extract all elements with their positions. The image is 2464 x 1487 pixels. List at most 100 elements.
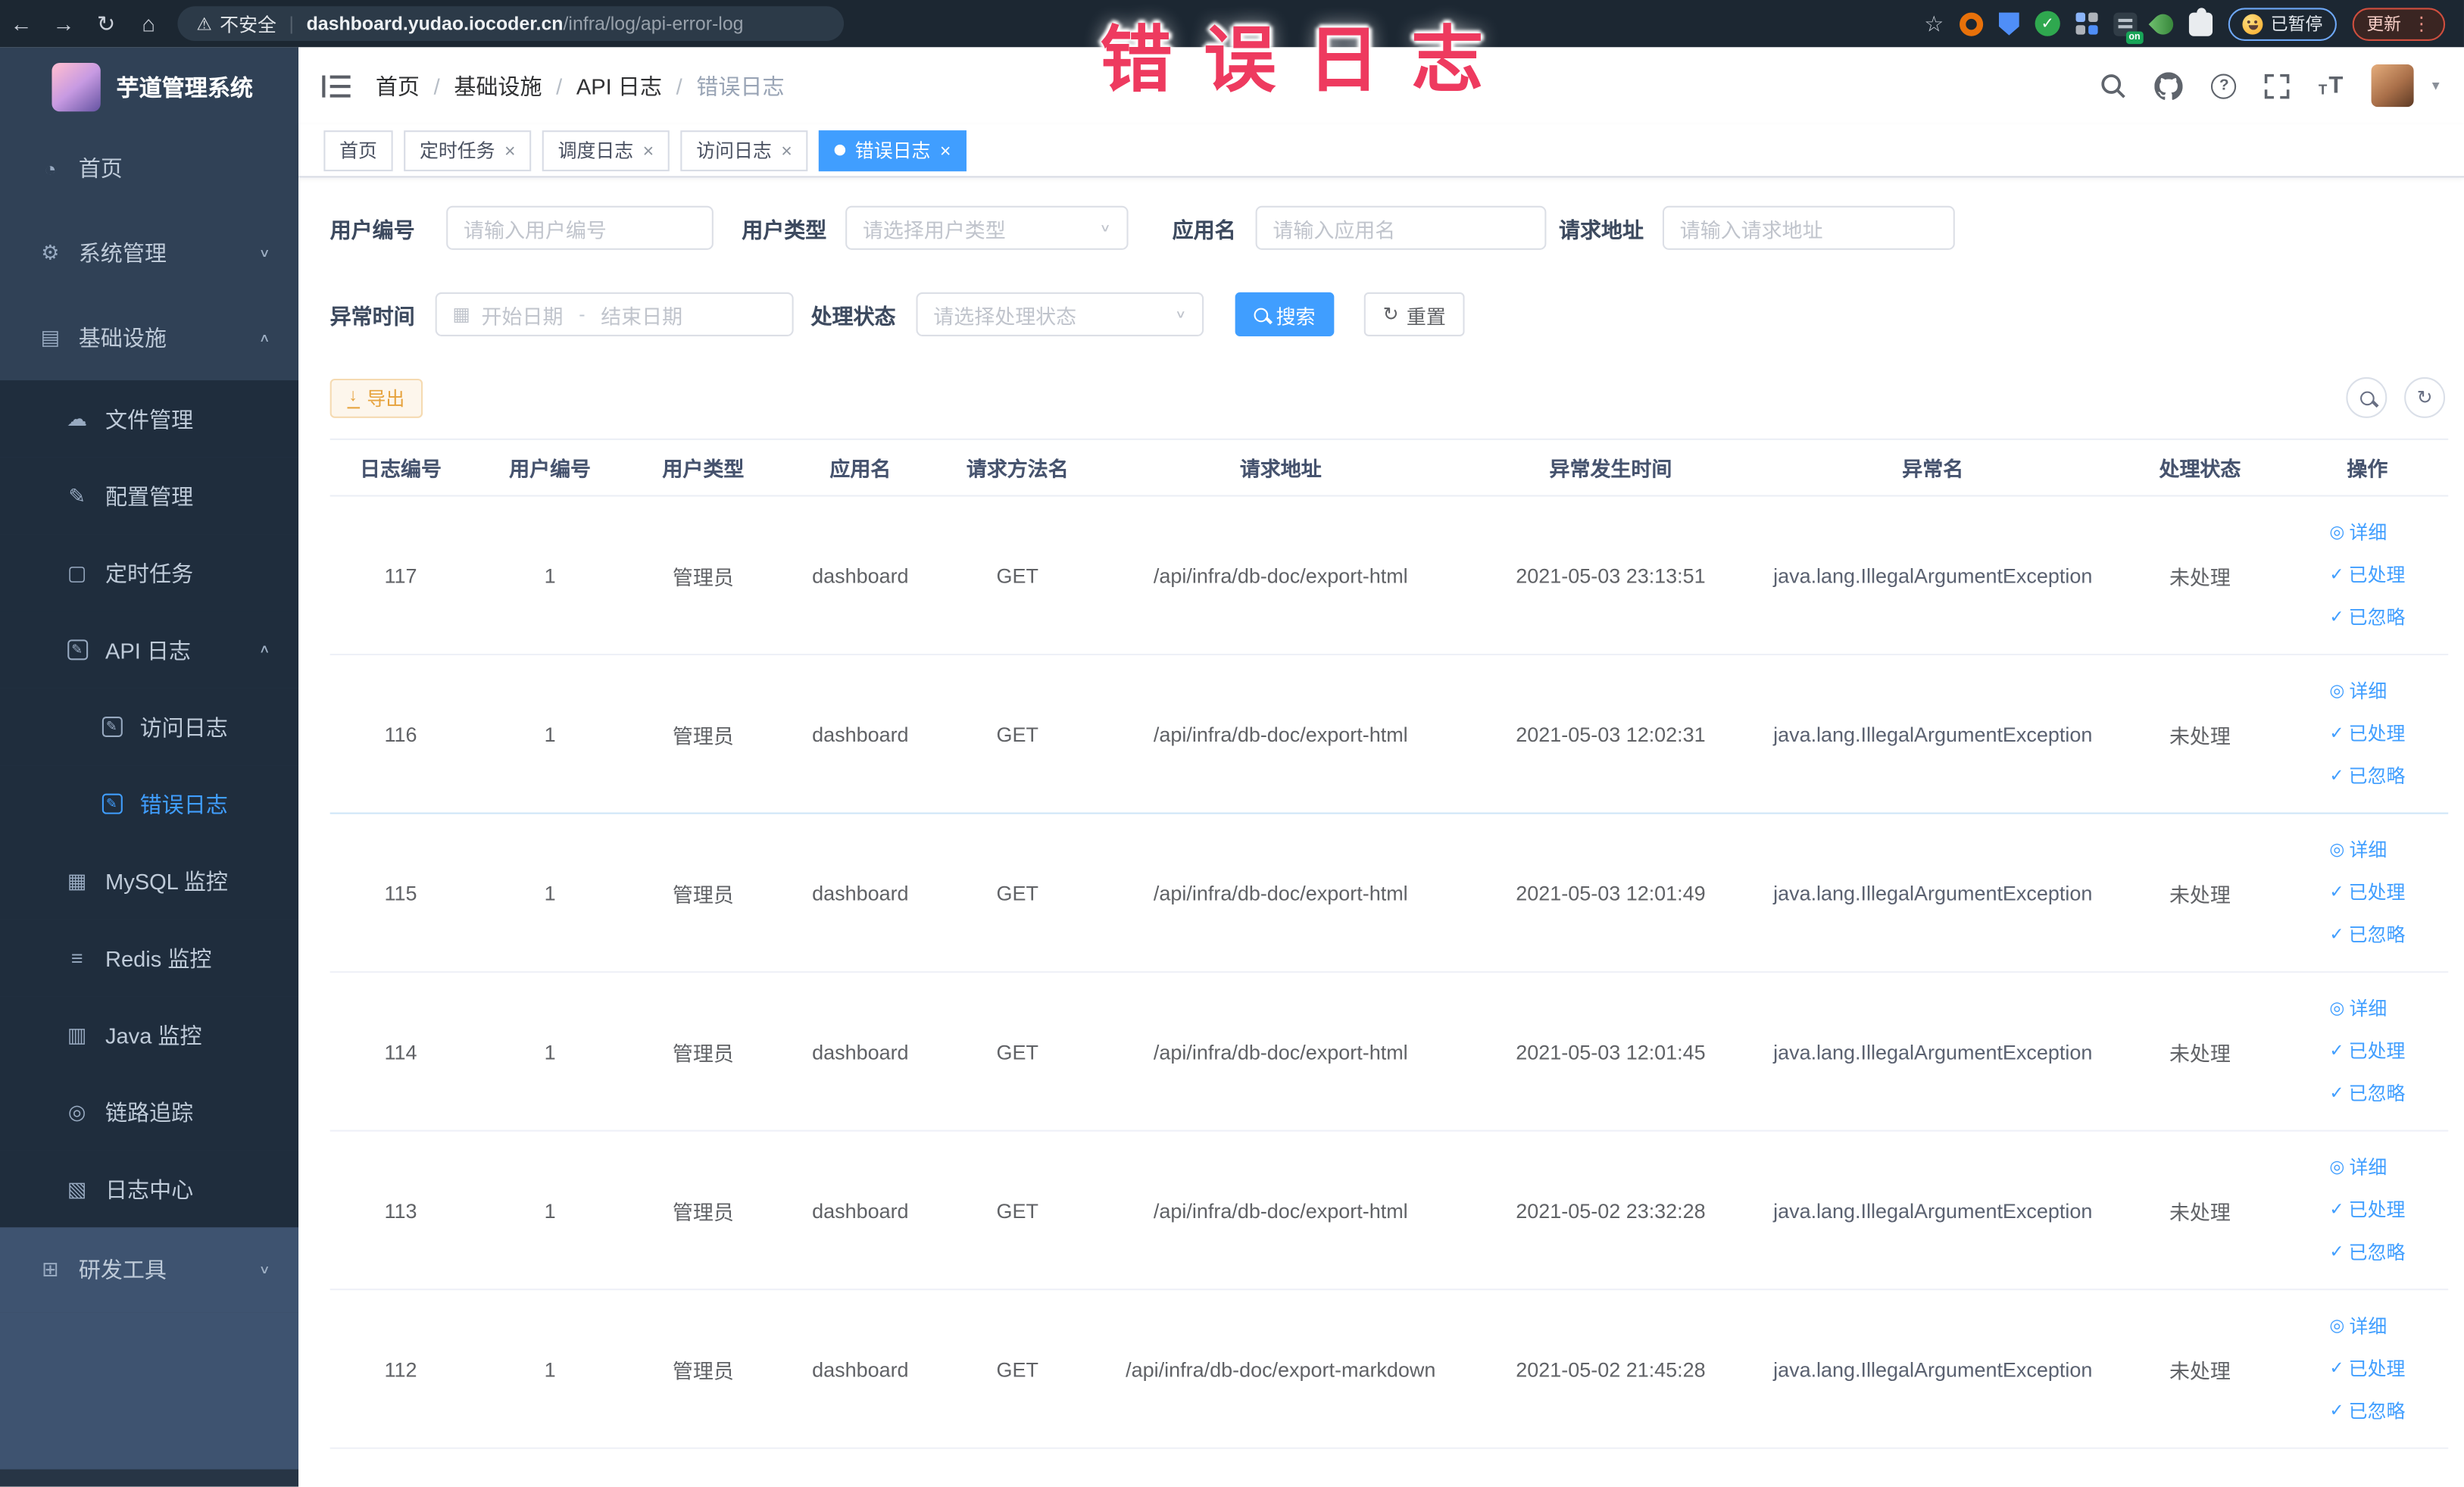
extension-green-check-icon[interactable]: ✓ [2035,11,2060,36]
extension-grid-icon[interactable] [2075,12,2098,35]
breadcrumb-item[interactable]: 基础设施 [454,70,542,101]
tab-错误日志[interactable]: 错误日志 × [819,130,967,171]
action-已处理[interactable]: ✓ 已处理 [2329,1030,2405,1073]
column-header-请求方法名: 请求方法名 [966,457,1069,481]
refresh-button[interactable]: ↻ [2404,376,2446,418]
tab-调度日志[interactable]: 调度日志 × [542,130,670,171]
extension-orange-icon[interactable] [1960,11,1984,36]
action-已处理[interactable]: ✓ 已处理 [2329,871,2405,914]
user-id-input[interactable]: 请输入用户编号 [446,205,714,250]
close-icon[interactable]: × [940,141,951,160]
action-已处理[interactable]: ✓ 已处理 [2329,1189,2405,1231]
breadcrumb-item[interactable]: API 日志 [576,70,662,101]
cell-url: /api/infra/db-doc/export-html [1153,722,1408,746]
column-header-操作: 操作 [2347,457,2388,481]
cell-app: dashboard [812,1039,909,1064]
sidebar-item-链路追踪[interactable]: ◎ 链路追踪 [0,1073,299,1151]
export-button[interactable]: ↓ 导出 [329,377,423,417]
action-详细[interactable]: ◎ 详细 [2329,1146,2405,1189]
sidebar-item-Java 监控[interactable]: ▥ Java 监控 [0,996,299,1073]
action-已处理[interactable]: ✓ 已处理 [2329,713,2405,755]
action-已处理[interactable]: ✓ 已处理 [2329,554,2405,596]
sidebar-item-文件管理[interactable]: ☁ 文件管理 [0,380,299,458]
status-select[interactable]: 请选择处理状态 ∨ [916,292,1204,336]
fullscreen-icon[interactable] [2265,73,2291,98]
reset-button[interactable]: ↻ 重置 [1363,292,1465,336]
action-详细[interactable]: ◎ 详细 [2329,829,2405,871]
extension-leaf-icon[interactable] [2148,9,2178,39]
cell-user_id: 1 [544,880,556,904]
github-icon[interactable] [2155,71,2184,99]
action-已忽略[interactable]: ✓ 已忽略 [2329,1390,2405,1432]
sidebar-item-访问日志[interactable]: ✎ 访问日志 [0,688,299,766]
sidebar-item-系统管理[interactable]: ⚙ 系统管理 ∨ [0,211,298,295]
sidebar-item-label: 链路追踪 [105,1099,194,1125]
sidebar-item-错误日志[interactable]: ✎ 错误日志 [0,765,299,842]
action-已忽略[interactable]: ✓ 已忽略 [2329,1231,2405,1273]
avatar[interactable] [2371,64,2414,108]
close-icon[interactable]: × [504,141,516,160]
sidebar-item-配置管理[interactable]: ✎ 配置管理 [0,457,299,535]
close-icon[interactable]: × [643,141,654,160]
chevron-down-icon[interactable]: ▼ [2429,79,2441,93]
toggle-search-button[interactable] [2346,376,2387,418]
text-size-icon[interactable]: TT [2319,74,2344,98]
request-url-input[interactable]: 请输入请求地址 [1662,205,1955,250]
action-详细[interactable]: ◎ 详细 [2329,511,2405,554]
trace-icon: ◎ [67,1099,86,1123]
update-badge[interactable]: 更新 ⋮ [2352,7,2446,40]
paused-badge[interactable]: 已暂停 [2228,7,2337,40]
sidebar-item-API 日志[interactable]: ✎ API 日志 ∧ [0,611,299,689]
sidebar-item-首页[interactable]: ◔ 首页 [0,126,298,211]
help-icon[interactable]: ? [2211,73,2237,98]
date-range-input[interactable]: ▦ 开始日期 - 结束日期 [435,292,794,336]
check-icon: ✓ [2329,1358,2344,1378]
sidebar-item-日志中心[interactable]: ▧ 日志中心 [0,1150,299,1228]
breadcrumb-separator: / [556,73,563,98]
action-已忽略[interactable]: ✓ 已忽略 [2329,596,2405,639]
app-name-input[interactable]: 请输入应用名 [1255,205,1547,250]
error-log-table: 日志编号 用户编号 用户类型 应用名 请求方法名 请求地址 异常发生时间 异常名 处理状态 操作 … [329,438,2449,1449]
action-已处理[interactable]: ✓ 已处理 [2329,1348,2405,1390]
security-label[interactable]: 不安全 [220,10,276,36]
breadcrumb-item[interactable]: 首页 [376,70,420,101]
forward-icon[interactable]: → [42,11,85,36]
tab-首页[interactable]: 首页 [323,130,393,171]
sidebar-item-定时任务[interactable]: ▢ 定时任务 [0,534,299,612]
address-bar[interactable]: ⚠ 不安全 | dashboard.yudao.iocoder.cn/infra… [177,6,845,41]
tab-访问日志[interactable]: 访问日志 × [680,130,808,171]
action-已忽略[interactable]: ✓ 已忽略 [2329,914,2405,956]
action-已忽略[interactable]: ✓ 已忽略 [2329,755,2405,798]
hamburger-icon[interactable] [322,74,351,97]
cell-user_type: 管理员 [672,1199,734,1224]
extension-shield-icon[interactable] [1998,11,2019,36]
cell-status: 未处理 [2169,723,2231,748]
table-row: 115 1 管理员 dashboard GET/api/infra/db-doc/exp… [329,814,2449,973]
kebab-menu-icon[interactable]: ⋮ [2412,13,2431,35]
cell-user_id: 1 [544,1198,556,1223]
action-详细[interactable]: ◎ 详细 [2329,988,2405,1030]
cell-url: /api/infra/db-doc/export-html [1153,880,1408,904]
search-icon[interactable] [2100,72,2127,98]
sidebar-item-研发工具[interactable]: ⊞ 研发工具 ∨ [0,1227,299,1313]
sidebar-item-Redis 监控[interactable]: ≡ Redis 监控 [0,919,299,997]
action-详细[interactable]: ◎ 详细 [2329,1305,2405,1348]
action-详细[interactable]: ◎ 详细 [2329,670,2405,713]
search-button[interactable]: 搜索 [1235,292,1335,336]
user-type-select[interactable]: 请选择用户类型 ∨ [845,205,1129,250]
bookmark-star-icon[interactable]: ☆ [1924,10,1944,36]
sidebar-item-MySQL 监控[interactable]: ▦ MySQL 监控 [0,842,299,920]
cell-time: 2021-05-02 23:32:28 [1516,1198,1706,1223]
tab-label: 定时任务 [419,139,495,162]
table-row: 112 1 管理员 dashboard GET/api/infra/db-doc/exp… [329,1290,2449,1449]
tab-定时任务[interactable]: 定时任务 × [404,130,532,171]
sidebar-item-label: Java 监控 [105,1022,202,1048]
extension-on-badge-icon[interactable]: on [2113,11,2144,44]
close-icon[interactable]: × [781,141,792,160]
sidebar-item-基础设施[interactable]: ▤ 基础设施 ∧ [0,295,298,380]
home-icon[interactable]: ⌂ [127,11,170,36]
back-icon[interactable]: ← [0,11,42,36]
extensions-puzzle-icon[interactable] [2188,7,2213,36]
action-已忽略[interactable]: ✓ 已忽略 [2329,1073,2405,1115]
reload-icon[interactable]: ↻ [85,10,127,36]
